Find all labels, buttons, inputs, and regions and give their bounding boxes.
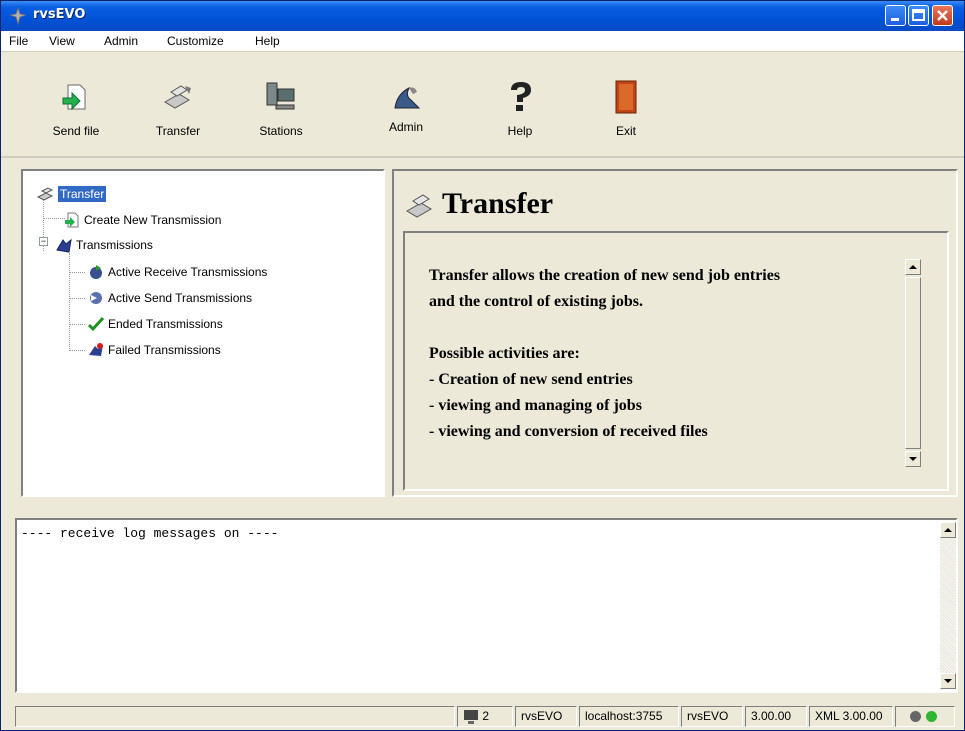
- status-xml-version: XML 3.00.00: [809, 706, 893, 727]
- scroll-thumb[interactable]: [905, 277, 921, 449]
- menu-bar: File View Admin Customize Help: [1, 31, 964, 52]
- led-on-icon: [926, 711, 937, 722]
- status-version: 3.00.00: [745, 706, 807, 727]
- toolbar: Send file Transfer Stations Admin Help E…: [1, 52, 964, 158]
- description-scrollbar[interactable]: [905, 259, 923, 469]
- log-text: ---- receive log messages on ----: [21, 526, 279, 541]
- minimize-button[interactable]: [885, 5, 906, 26]
- help-icon: [511, 82, 531, 111]
- admin-button[interactable]: Admin: [371, 80, 441, 134]
- status-connections: 2: [457, 706, 513, 727]
- arrow-down-icon: [944, 679, 952, 683]
- description-line: Transfer allows the creation of new send…: [429, 267, 781, 284]
- tree-line: [43, 218, 65, 219]
- arrow-down-icon: [909, 457, 917, 461]
- exit-door-icon: [615, 80, 637, 114]
- transmissions-icon: [56, 238, 72, 253]
- collapse-toggle[interactable]: −: [39, 237, 48, 246]
- failed-icon: [89, 342, 103, 356]
- detail-pane: Transfer Transfer allows the creation of…: [392, 169, 958, 497]
- description-line: Possible activities are:: [429, 345, 580, 362]
- maximize-button[interactable]: [908, 5, 929, 26]
- minimize-icon: [891, 18, 899, 21]
- tree-line: [69, 324, 85, 325]
- detail-heading: Transfer: [404, 187, 553, 223]
- description-line: and the control of existing jobs.: [429, 293, 643, 310]
- monitor-icon: [464, 709, 478, 724]
- tree-line: [69, 253, 70, 351]
- detail-title: Transfer: [442, 187, 554, 220]
- scroll-up-button[interactable]: [905, 259, 921, 275]
- arrow-up-icon: [944, 528, 952, 532]
- tree-node-failed[interactable]: Failed Transmissions: [87, 339, 221, 359]
- status-host: localhost:3755: [579, 706, 679, 727]
- menu-file[interactable]: File: [9, 34, 28, 48]
- menu-admin[interactable]: Admin: [104, 34, 138, 48]
- status-leds: [895, 706, 955, 727]
- help-button[interactable]: Help: [485, 80, 555, 138]
- menu-customize[interactable]: Customize: [167, 34, 224, 48]
- rvsevo-logo-icon: [9, 6, 27, 26]
- description-line: - Creation of new send entries: [429, 371, 633, 388]
- send-icon: [90, 291, 102, 304]
- menu-help[interactable]: Help: [255, 34, 280, 48]
- tree-line: [69, 272, 85, 273]
- checkmark-icon: [87, 316, 105, 332]
- scroll-up-button[interactable]: [940, 522, 956, 538]
- tree-line: [69, 298, 85, 299]
- led-off-icon: [910, 711, 921, 722]
- navigation-tree: Transfer Create New Transmission − Trans…: [21, 169, 385, 497]
- title-bar[interactable]: rvsEVO: [1, 1, 964, 31]
- tree-node-active-send[interactable]: Active Send Transmissions: [87, 287, 252, 307]
- receive-icon: [90, 264, 102, 279]
- transfer-button[interactable]: Transfer: [143, 80, 213, 138]
- tree-node-ended[interactable]: Ended Transmissions: [87, 313, 223, 333]
- description-line: - viewing and managing of jobs: [429, 397, 642, 414]
- send-file-button[interactable]: Send file: [41, 80, 111, 138]
- stations-button[interactable]: Stations: [246, 80, 316, 138]
- status-bar: 2 rvsEVO localhost:3755 rvsEVO 3.00.00 X…: [15, 704, 958, 728]
- create-transmission-icon: [65, 212, 79, 228]
- window-title: rvsEVO: [33, 7, 86, 22]
- admin-icon: [394, 86, 421, 109]
- maximize-icon: [912, 9, 925, 21]
- tree-node-transmissions[interactable]: Transmissions: [55, 234, 153, 254]
- transfer-icon: [406, 194, 432, 218]
- tree-node-active-receive[interactable]: Active Receive Transmissions: [87, 261, 267, 281]
- scroll-down-button[interactable]: [905, 451, 921, 467]
- description-text: Transfer allows the creation of new send…: [429, 263, 899, 445]
- description-line: - viewing and conversion of received fil…: [429, 423, 708, 440]
- scroll-down-button[interactable]: [940, 673, 956, 689]
- exit-button[interactable]: Exit: [591, 80, 661, 138]
- log-scrollbar[interactable]: [940, 522, 956, 689]
- tree-line: [69, 350, 85, 351]
- tree-node-transfer[interactable]: Transfer: [37, 183, 107, 203]
- close-icon: [937, 10, 948, 21]
- menu-view[interactable]: View: [49, 34, 75, 48]
- stations-icon: [266, 82, 295, 110]
- send-file-icon: [62, 84, 86, 111]
- description-box: Transfer allows the creation of new send…: [403, 231, 949, 491]
- status-message: [15, 706, 455, 727]
- status-station: rvsEVO: [681, 706, 743, 727]
- transfer-icon: [37, 187, 54, 201]
- transfer-icon: [164, 85, 191, 109]
- log-pane[interactable]: ---- receive log messages on ----: [15, 518, 958, 693]
- tree-node-create-new-transmission[interactable]: Create New Transmission: [63, 209, 221, 229]
- app-window: rvsEVO File View Admin Customize Help Se…: [0, 0, 965, 731]
- arrow-up-icon: [909, 265, 917, 269]
- status-user: rvsEVO: [515, 706, 577, 727]
- close-button[interactable]: [932, 5, 953, 26]
